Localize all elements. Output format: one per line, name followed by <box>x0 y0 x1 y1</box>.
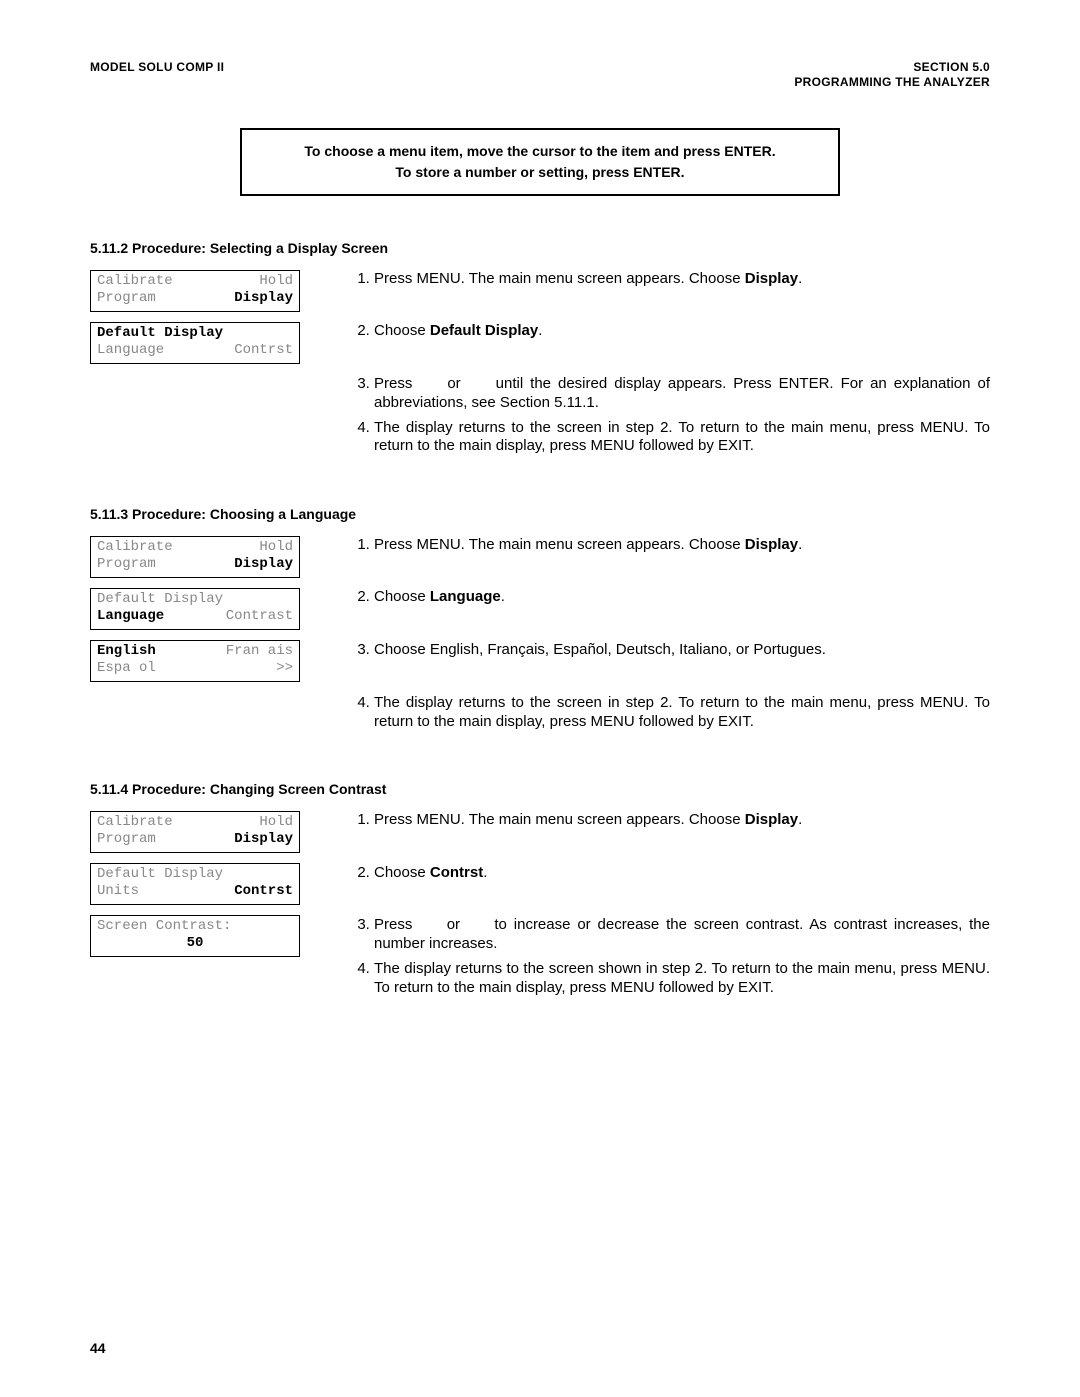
menu-units: Units <box>97 883 139 901</box>
menu-calibrate: Calibrate <box>97 814 173 832</box>
step-2-text-a: Choose <box>374 864 430 881</box>
step-2-text-c: . <box>483 864 487 881</box>
menu-calibrate: Calibrate <box>97 273 173 291</box>
heading-5-11-4: 5.11.4 Procedure: Changing Screen Contra… <box>90 781 990 799</box>
screens-col: Calibrate Hold Program Display Default D… <box>90 270 300 364</box>
step-4: The display returns to the screen in ste… <box>374 694 990 732</box>
step-4: The display returns to the screen shown … <box>374 960 990 998</box>
page-number: 44 <box>90 1340 106 1358</box>
step-1-bold: Display <box>745 536 798 553</box>
lcd-display-menu: Default Display Units Contrst <box>90 863 300 905</box>
lcd-display-menu: Default Display Language Contrast <box>90 588 300 630</box>
lcd-main-menu: Calibrate Hold Program Display <box>90 270 300 312</box>
steps-col: Press MENU. The main menu screen appears… <box>350 536 990 738</box>
header-right: SECTION 5.0 PROGRAMMING THE ANALYZER <box>794 60 990 90</box>
menu-calibrate: Calibrate <box>97 539 173 557</box>
heading-5-11-3: 5.11.3 Procedure: Choosing a Language <box>90 506 990 524</box>
lang-espanol: Espa ol <box>97 660 156 678</box>
step-2-text-a: Choose <box>374 588 430 605</box>
lcd-main-menu: Calibrate Hold Program Display <box>90 811 300 853</box>
contrast-value: 50 <box>187 935 204 953</box>
menu-program: Program <box>97 290 156 308</box>
step-1-text-a: Press MENU. The main menu screen appears… <box>374 536 745 553</box>
step-2-bold: Language <box>430 588 501 605</box>
lcd-language-menu: English Fran ais Espa ol >> <box>90 640 300 682</box>
menu-default-display-selected: Default Display <box>97 325 223 343</box>
lcd-display-menu: Default Display Language Contrst <box>90 322 300 364</box>
menu-display-selected: Display <box>234 290 293 308</box>
step-2: Choose Contrst. <box>374 864 990 883</box>
step-1: Press MENU. The main menu screen appears… <box>374 536 990 555</box>
step-3: Press or until the desired display appea… <box>374 375 990 413</box>
screens-col: Calibrate Hold Program Display Default D… <box>90 811 300 957</box>
menu-hold: Hold <box>259 273 293 291</box>
step-2-text-c: . <box>501 588 505 605</box>
step-1-text-c: . <box>798 270 802 287</box>
step-1-text-a: Press MENU. The main menu screen appears… <box>374 811 745 828</box>
procedure-display-screen: Calibrate Hold Program Display Default D… <box>90 270 990 463</box>
lang-english-selected: English <box>97 643 156 661</box>
menu-contrst-selected: Contrst <box>234 883 293 901</box>
step-2-text-a: Choose <box>374 322 430 339</box>
header-left: MODEL SOLU COMP II <box>90 60 224 90</box>
step-2-bold: Default Display <box>430 322 538 339</box>
step-2-bold: Contrst <box>430 864 483 881</box>
menu-hold: Hold <box>259 539 293 557</box>
lcd-contrast-screen: Screen Contrast: 50 <box>90 915 300 957</box>
step-1-bold: Display <box>745 811 798 828</box>
menu-program: Program <box>97 831 156 849</box>
menu-default-display: Default Display <box>97 591 223 609</box>
step-2-text-c: . <box>538 322 542 339</box>
callout-line-1: To choose a menu item, move the cursor t… <box>260 143 820 161</box>
procedure-language: Calibrate Hold Program Display Default D… <box>90 536 990 738</box>
steps-col: Press MENU. The main menu screen appears… <box>350 811 990 1004</box>
menu-contrst: Contrst <box>234 342 293 360</box>
step-1: Press MENU. The main menu screen appears… <box>374 270 990 289</box>
menu-language-selected: Language <box>97 608 164 626</box>
step-4: The display returns to the screen in ste… <box>374 419 990 457</box>
menu-language: Language <box>97 342 164 360</box>
contrast-label: Screen Contrast: <box>97 918 231 936</box>
menu-default-display: Default Display <box>97 866 223 884</box>
step-2: Choose Language. <box>374 588 990 607</box>
step-2: Choose Default Display. <box>374 322 990 341</box>
lcd-main-menu: Calibrate Hold Program Display <box>90 536 300 578</box>
step-3: Press or to increase or decrease the scr… <box>374 916 990 954</box>
step-1-text-c: . <box>798 811 802 828</box>
menu-program: Program <box>97 556 156 574</box>
step-1-bold: Display <box>745 270 798 287</box>
instruction-callout: To choose a menu item, move the cursor t… <box>240 128 840 196</box>
menu-display-selected: Display <box>234 556 293 574</box>
page: MODEL SOLU COMP II SECTION 5.0 PROGRAMMI… <box>0 0 1080 1397</box>
heading-5-11-2: 5.11.2 Procedure: Selecting a Display Sc… <box>90 240 990 258</box>
step-1: Press MENU. The main menu screen appears… <box>374 811 990 830</box>
step-1-text-a: Press MENU. The main menu screen appears… <box>374 270 745 287</box>
procedure-contrast: Calibrate Hold Program Display Default D… <box>90 811 990 1004</box>
page-header: MODEL SOLU COMP II SECTION 5.0 PROGRAMMI… <box>90 60 990 90</box>
step-1-text-c: . <box>798 536 802 553</box>
menu-display-selected: Display <box>234 831 293 849</box>
screens-col: Calibrate Hold Program Display Default D… <box>90 536 300 682</box>
more-icon: >> <box>276 660 293 678</box>
callout-line-2: To store a number or setting, press ENTE… <box>260 164 820 182</box>
step-3: Choose English, Français, Español, Deuts… <box>374 641 990 660</box>
steps-col: Press MENU. The main menu screen appears… <box>350 270 990 463</box>
menu-hold: Hold <box>259 814 293 832</box>
menu-contrast: Contrast <box>226 608 293 626</box>
header-section: SECTION 5.0 <box>794 60 990 75</box>
header-subtitle: PROGRAMMING THE ANALYZER <box>794 75 990 90</box>
lang-francais: Fran ais <box>226 643 293 661</box>
